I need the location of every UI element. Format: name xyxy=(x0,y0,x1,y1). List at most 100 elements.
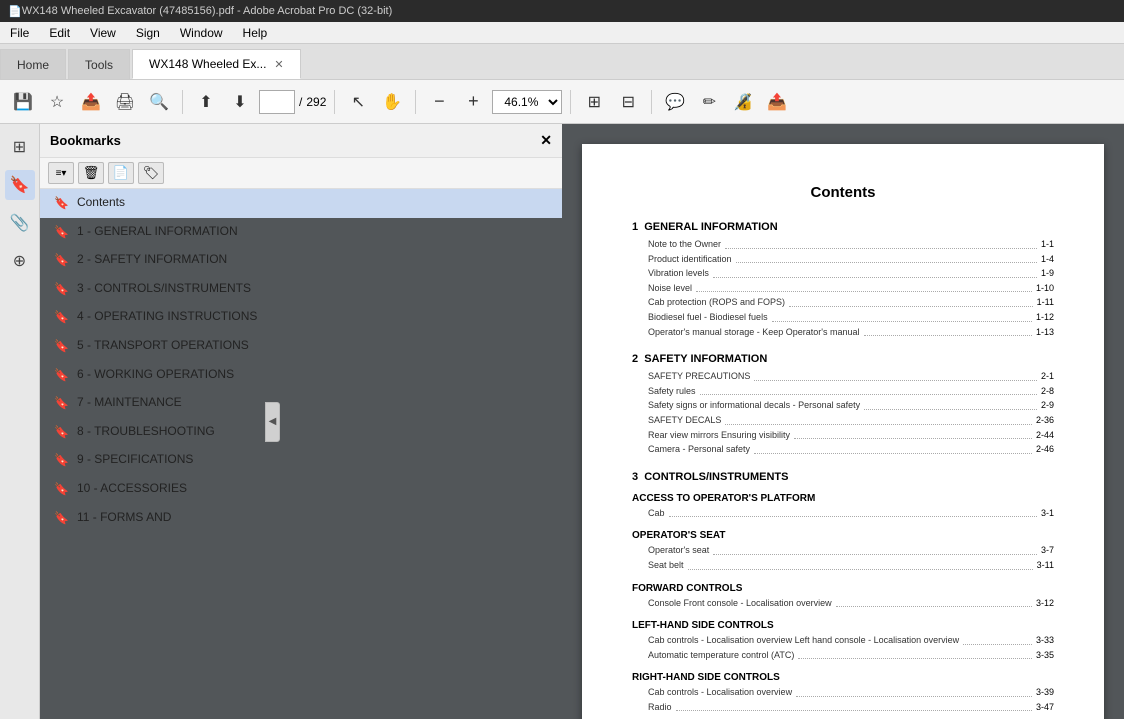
next-page-button[interactable]: ⬇ xyxy=(225,87,255,117)
more-button[interactable]: 📤 xyxy=(762,87,792,117)
toc-entry: Cab protection (ROPS and FOPS)1-11 xyxy=(632,295,1054,310)
bookmark-item-9[interactable]: 🔖 9 - SPECIFICATIONS xyxy=(40,446,562,475)
subsection-header: ACCESS TO OPERATOR'S PLATFORM xyxy=(632,493,1054,504)
bookmark-icon-9: 🔖 xyxy=(54,453,69,469)
page-separator: / xyxy=(299,95,302,109)
stamp-button[interactable]: 🔏 xyxy=(728,87,758,117)
close-panel-icon[interactable]: ✕ xyxy=(540,132,552,149)
bookmark-icon-11: 🔖 xyxy=(54,511,69,527)
menu-file[interactable]: File xyxy=(0,24,39,42)
bookmark-item-7[interactable]: 🔖 7 - MAINTENANCE xyxy=(40,389,562,418)
bookmark-label-contents: Contents xyxy=(77,195,552,211)
bookmark-button[interactable]: ☆ xyxy=(42,87,72,117)
bookmarks-list: 🔖 Contents 🔖 1 - GENERAL INFORMATION 🔖 2… xyxy=(40,189,562,719)
bookmark-item-1[interactable]: 🔖 1 - GENERAL INFORMATION xyxy=(40,218,562,247)
tab-home-label: Home xyxy=(17,58,49,72)
tab-document-label: WX148 Wheeled Ex... xyxy=(149,57,266,71)
menu-help[interactable]: Help xyxy=(233,24,278,42)
bookmark-item-4[interactable]: 🔖 4 - OPERATING INSTRUCTIONS xyxy=(40,303,562,332)
prev-page-button[interactable]: ⬆ xyxy=(191,87,221,117)
expand-bookmarks-button[interactable]: ≡▾ xyxy=(48,162,74,184)
toc-entry: Rear view mirrors Ensuring visibility2-4… xyxy=(632,428,1054,443)
layers-icon-btn[interactable]: ⊕ xyxy=(5,246,35,276)
menu-window[interactable]: Window xyxy=(170,24,233,42)
collapse-panel-button[interactable]: ◀ xyxy=(265,402,280,442)
toc-entry: Safety signs or informational decals - P… xyxy=(632,398,1054,413)
bookmark-item-10[interactable]: 🔖 10 - ACCESSORIES xyxy=(40,475,562,504)
pen-button[interactable]: ✏ xyxy=(694,87,724,117)
add-bookmark-button[interactable]: 📄 xyxy=(108,162,134,184)
toc-entry: Cab controls - Localisation overview Lef… xyxy=(632,633,1054,648)
comment-button[interactable]: 💬 xyxy=(660,87,690,117)
zoom-select[interactable]: 46.1% 50% 75% 100% xyxy=(492,90,562,114)
bookmark-label-5: 5 - TRANSPORT OPERATIONS xyxy=(77,338,552,354)
separator-4 xyxy=(570,90,571,114)
left-panel: Bookmarks ✕ ≡▾ 🗑 📄 🏷 🔖 Contents 🔖 1 - GE… xyxy=(40,124,562,719)
zoom-in-button[interactable]: + xyxy=(458,87,488,117)
toc-entry: Noise level1-10 xyxy=(632,281,1054,296)
zoom-out-button[interactable]: − xyxy=(424,87,454,117)
bookmarks-icon-btn[interactable]: 🔖 xyxy=(5,170,35,200)
attachments-icon-btn[interactable]: 📎 xyxy=(5,208,35,238)
bookmarks-title: Bookmarks xyxy=(50,133,121,148)
pages-icon-btn[interactable]: ⊞ xyxy=(5,132,35,162)
section-header-2: 2 SAFETY INFORMATION xyxy=(632,353,1054,365)
cursor-tool-button[interactable]: ↖ xyxy=(343,87,373,117)
toc-entry: Seat belt3-11 xyxy=(632,558,1054,573)
save-button[interactable]: 💾 xyxy=(8,87,38,117)
separator-5 xyxy=(651,90,652,114)
bookmark-item-8[interactable]: 🔖 8 - TROUBLESHOOTING xyxy=(40,418,562,447)
separator-3 xyxy=(415,90,416,114)
bookmark-icon-4: 🔖 xyxy=(54,310,69,326)
bookmark-label-10: 10 - ACCESSORIES xyxy=(77,481,552,497)
bookmark-item-11[interactable]: 🔖 11 - FORMS AND xyxy=(40,504,562,533)
bookmark-label-7: 7 - MAINTENANCE xyxy=(77,395,552,411)
subsection-header: FORWARD CONTROLS xyxy=(632,583,1054,594)
toc-entry: Cab3-1 xyxy=(632,506,1054,521)
bookmark-item-contents[interactable]: 🔖 Contents xyxy=(40,189,562,218)
bookmark-icon-2: 🔖 xyxy=(54,253,69,269)
main-area: ⊞ 🔖 📎 ⊕ Bookmarks ✕ ≡▾ 🗑 📄 🏷 🔖 Contents … xyxy=(0,124,1124,719)
bookmark-label-9: 9 - SPECIFICATIONS xyxy=(77,452,552,468)
page-nav: 2 / 292 xyxy=(259,90,326,114)
tag-bookmark-button[interactable]: 🏷 xyxy=(138,162,164,184)
page-input[interactable]: 2 xyxy=(259,90,295,114)
bookmark-icon-3: 🔖 xyxy=(54,282,69,298)
search-button[interactable]: 🔍 xyxy=(144,87,174,117)
bookmark-icon-8: 🔖 xyxy=(54,425,69,441)
menu-sign[interactable]: Sign xyxy=(126,24,170,42)
menubar: File Edit View Sign Window Help xyxy=(0,22,1124,44)
bookmark-item-6[interactable]: 🔖 6 - WORKING OPERATIONS xyxy=(40,361,562,390)
bookmark-item-5[interactable]: 🔖 5 - TRANSPORT OPERATIONS xyxy=(40,332,562,361)
bookmark-icon-7: 🔖 xyxy=(54,396,69,412)
tab-tools-label: Tools xyxy=(85,58,113,72)
sidebar-icons: ⊞ 🔖 📎 ⊕ xyxy=(0,124,40,719)
bookmark-item-3[interactable]: 🔖 3 - CONTROLS/INSTRUMENTS xyxy=(40,275,562,304)
bookmark-label-3: 3 - CONTROLS/INSTRUMENTS xyxy=(77,281,552,297)
tab-close-button[interactable]: ✕ xyxy=(274,58,283,71)
bookmark-label-6: 6 - WORKING OPERATIONS xyxy=(77,367,552,383)
tab-tools[interactable]: Tools xyxy=(68,49,130,79)
bookmark-label-1: 1 - GENERAL INFORMATION xyxy=(77,224,552,240)
toc-entry: SAFETY PRECAUTIONS2-1 xyxy=(632,369,1054,384)
print-button[interactable]: 🖨 xyxy=(110,87,140,117)
menu-view[interactable]: View xyxy=(80,24,126,42)
bookmark-icon: 🔖 xyxy=(54,196,69,212)
bookmarks-header: Bookmarks ✕ xyxy=(40,124,562,158)
subsection-header: LEFT-HAND SIDE CONTROLS xyxy=(632,620,1054,631)
delete-bookmark-button[interactable]: 🗑 xyxy=(78,162,104,184)
toc-entry: SAFETY DECALS2-36 xyxy=(632,413,1054,428)
toc-entry: Operator's manual storage - Keep Operato… xyxy=(632,325,1054,340)
pan-tool-button[interactable]: ✋ xyxy=(377,87,407,117)
tab-home[interactable]: Home xyxy=(0,49,66,79)
subsection-header: OPERATOR'S SEAT xyxy=(632,530,1054,541)
bookmark-item-2[interactable]: 🔖 2 - SAFETY INFORMATION xyxy=(40,246,562,275)
page-total: 292 xyxy=(306,95,326,109)
menu-edit[interactable]: Edit xyxy=(39,24,80,42)
section-header-1: 1 GENERAL INFORMATION xyxy=(632,221,1054,233)
tab-document[interactable]: WX148 Wheeled Ex... ✕ xyxy=(132,49,301,79)
fit-width-button[interactable]: ⊟ xyxy=(613,87,643,117)
attach-button[interactable]: 📤 xyxy=(76,87,106,117)
fit-button[interactable]: ⊞ xyxy=(579,87,609,117)
toc-entry: Vibration levels1-9 xyxy=(632,266,1054,281)
